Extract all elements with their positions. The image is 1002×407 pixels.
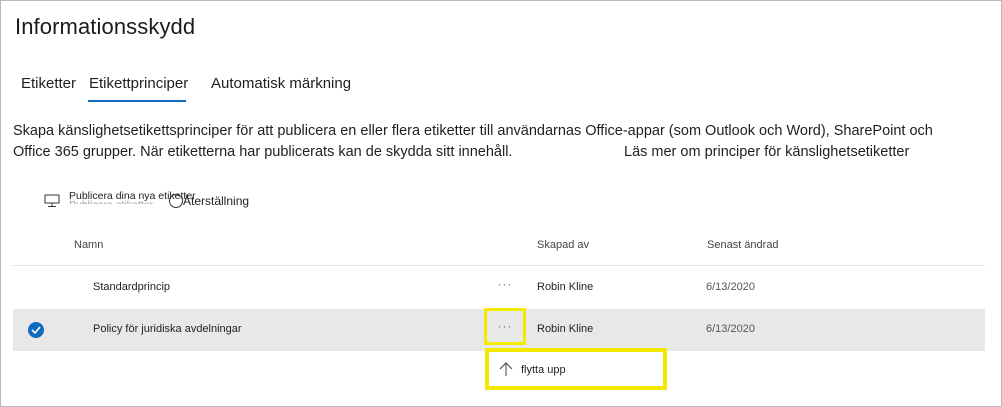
column-header-modified[interactable]: Senast ändrad [707, 239, 779, 251]
publish-icon [44, 194, 60, 211]
more-options-highlight [484, 308, 526, 345]
more-options-icon[interactable]: ··· [494, 277, 516, 295]
reset-label: Återställning [183, 194, 250, 208]
modified-date: 6/13/2020 [706, 281, 755, 293]
tab-labels[interactable]: Etiketter [21, 75, 76, 92]
checkmark-icon[interactable] [28, 322, 44, 338]
table-row[interactable]: Standardprincip ··· Robin Kline 6/13/202… [13, 267, 985, 309]
context-menu-move-up[interactable]: flytta upp [485, 348, 667, 390]
active-tab-indicator [88, 100, 186, 102]
policy-name: Policy för juridiska avdelningar [93, 323, 242, 335]
column-header-name[interactable]: Namn [74, 239, 103, 251]
created-by: Robin Kline [537, 281, 594, 293]
column-header-created-by[interactable]: Skapad av [537, 239, 589, 251]
page-title: Informationsskydd [15, 14, 196, 39]
modified-date: 6/13/2020 [706, 323, 755, 335]
arrow-up-icon [498, 361, 514, 382]
tab-label-policies[interactable]: Etikettprinciper [89, 75, 188, 92]
policy-name: Standardprincip [93, 281, 171, 293]
move-up-label: flytta upp [521, 364, 566, 376]
created-by: Robin Kline [537, 323, 594, 335]
tab-auto-labeling[interactable]: Automatisk märkning [211, 75, 351, 92]
reset-icon [168, 193, 184, 212]
header-divider [13, 265, 985, 266]
learn-more-link[interactable]: Läs mer om principer för känslighetsetik… [624, 142, 909, 163]
publish-labels-ghost-text: Publicera etiketter [69, 199, 153, 204]
description-line-2: Office 365 grupper. När etiketterna har … [13, 144, 513, 160]
description-line-1: Skapa känslighetsetikettsprinciper för a… [13, 123, 933, 139]
